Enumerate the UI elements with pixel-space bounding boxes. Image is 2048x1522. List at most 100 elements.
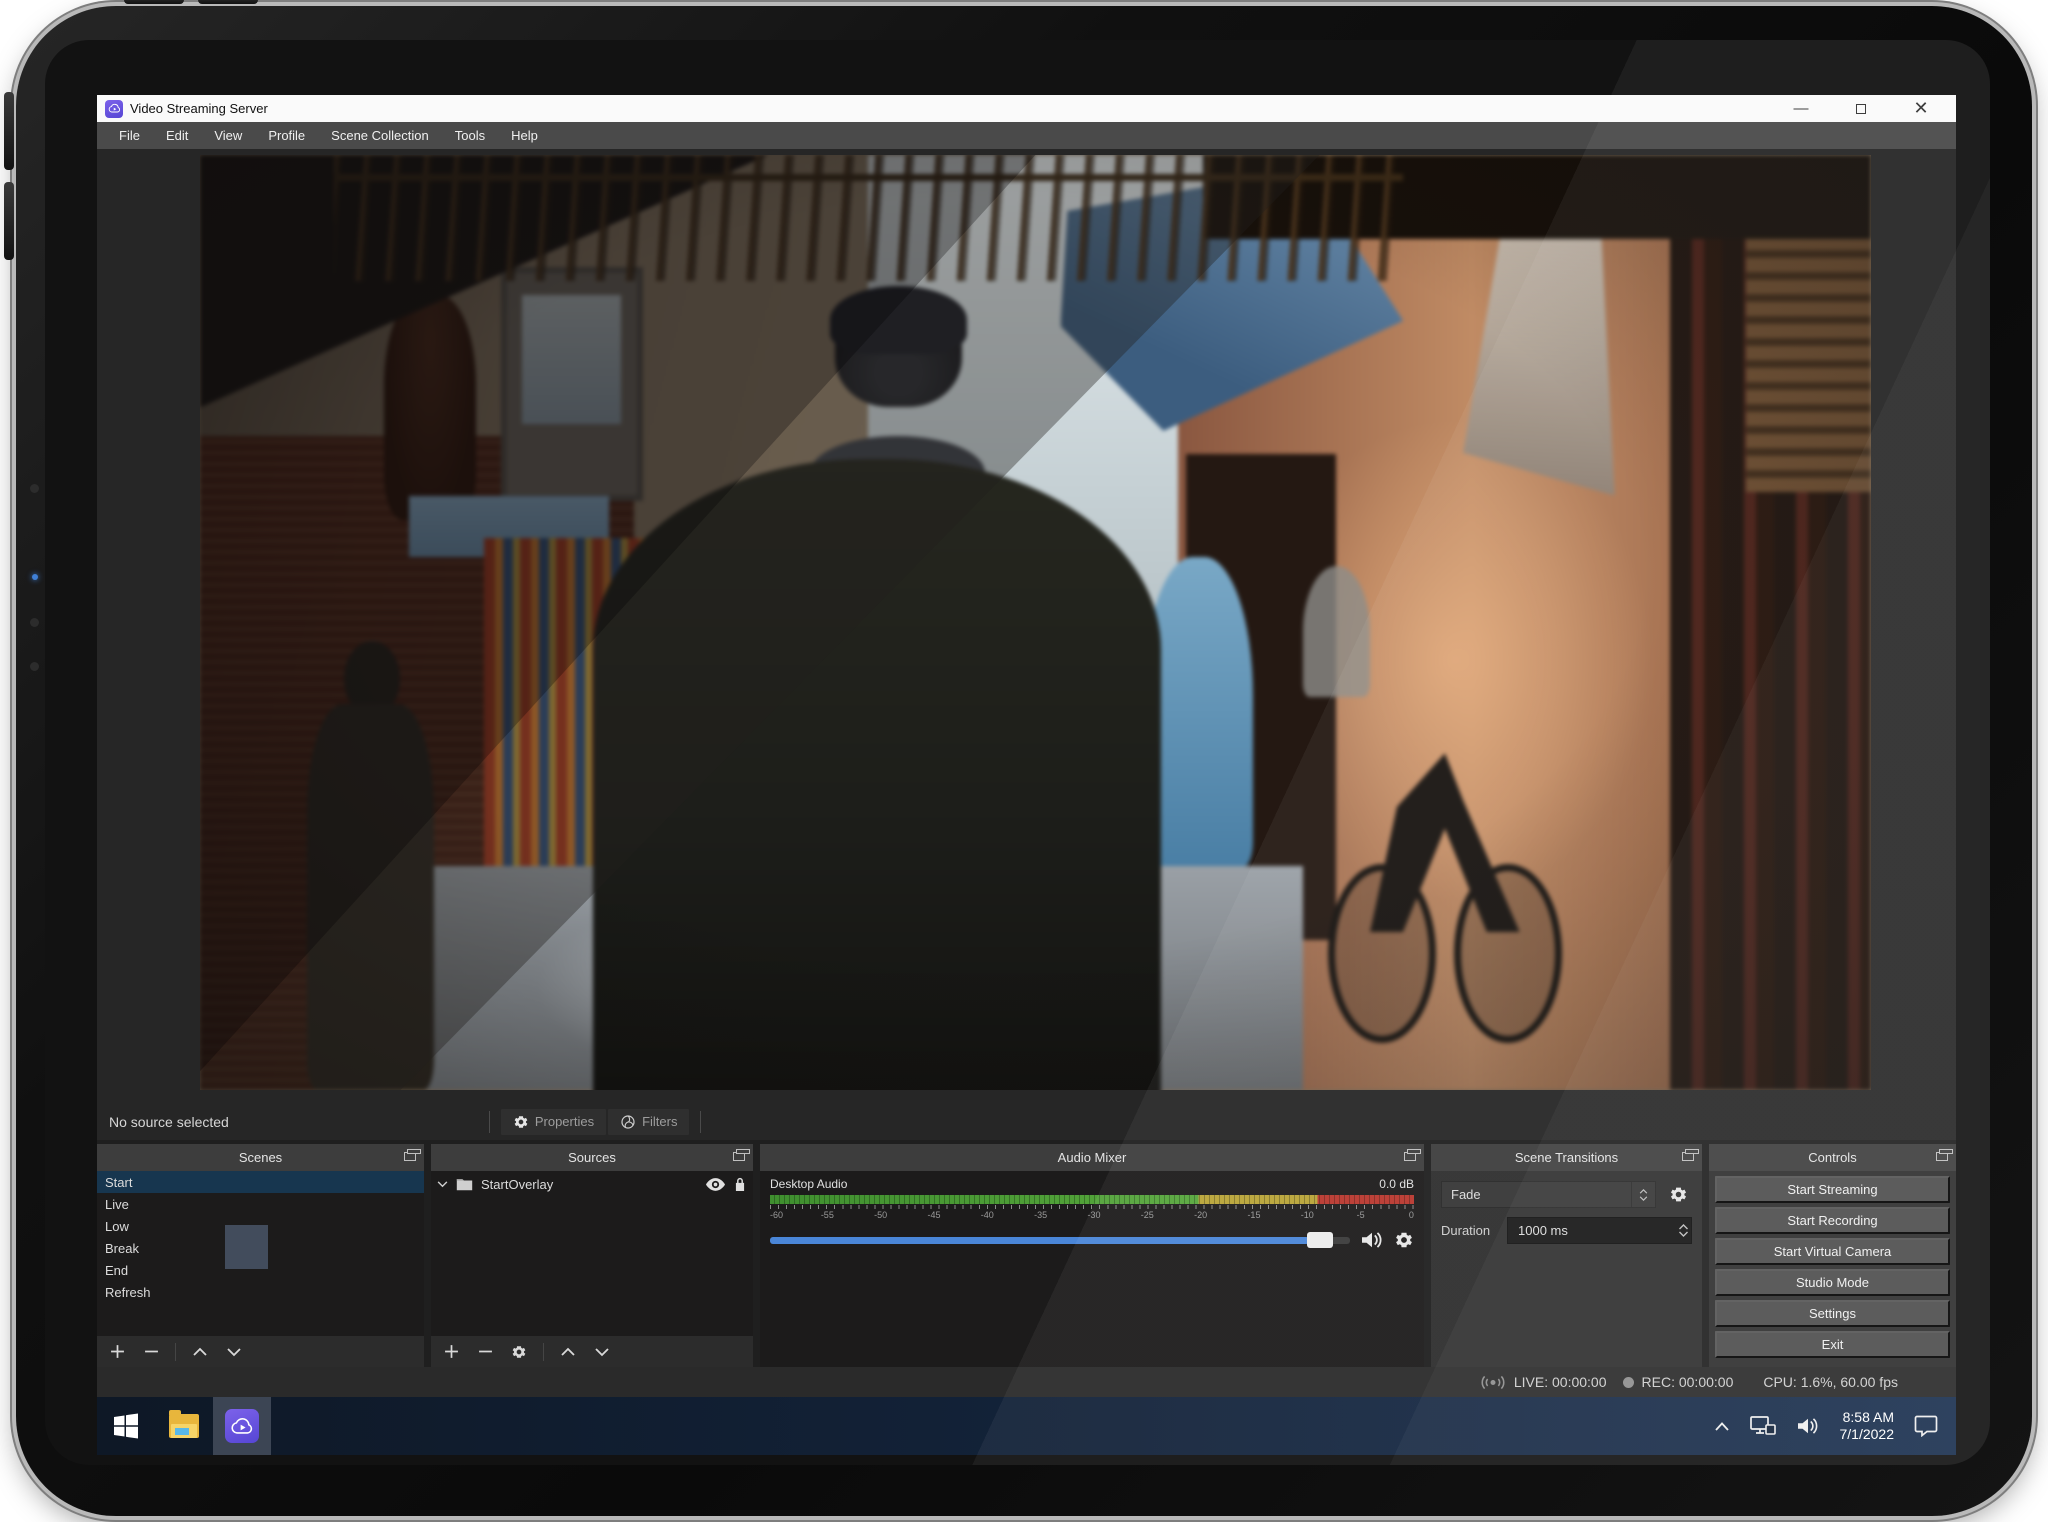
chevron-down-icon[interactable] [437,1180,448,1188]
audio-mixer-header[interactable]: Audio Mixer [760,1144,1424,1171]
move-source-down-button[interactable] [592,1342,612,1362]
menu-help[interactable]: Help [499,124,550,147]
transition-select-spinner[interactable] [1631,1182,1655,1207]
power-button[interactable] [124,0,184,4]
start-recording-button[interactable]: Start Recording [1715,1207,1950,1234]
transition-select[interactable]: Fade [1441,1181,1656,1208]
remove-scene-button[interactable] [141,1342,161,1362]
speaker-icon[interactable] [1360,1230,1384,1250]
sources-panel: Sources StartOverlay [431,1144,753,1367]
transition-settings-button[interactable] [1664,1181,1692,1208]
rec-timer: REC: 00:00:00 [1641,1374,1734,1390]
source-status-row: No source selected Properties Filters [97,1103,1956,1140]
clock-date: 7/1/2022 [1839,1426,1895,1442]
sources-header[interactable]: Sources [431,1144,753,1171]
exit-button[interactable]: Exit [1715,1331,1950,1358]
transition-value: Fade [1451,1187,1481,1202]
sources-toolbar [431,1336,753,1367]
duration-value: 1000 ms [1518,1223,1568,1238]
minimize-button[interactable]: — [1788,99,1814,119]
volume-slider[interactable] [770,1231,1350,1248]
controls-title: Controls [1808,1150,1857,1165]
remove-source-button[interactable] [475,1342,495,1362]
scenes-panel: Scenes Start Live Low Break End Refresh [97,1144,424,1367]
start-streaming-button[interactable]: Start Streaming [1715,1176,1950,1203]
move-source-up-button[interactable] [558,1342,578,1362]
duration-spinner[interactable] [1678,1218,1689,1243]
duration-input[interactable]: 1000 ms [1507,1217,1692,1244]
tray-speaker-icon[interactable] [1796,1416,1820,1436]
controls-header[interactable]: Controls [1709,1144,1956,1171]
start-button[interactable] [97,1397,155,1455]
settings-button[interactable]: Settings [1715,1300,1950,1327]
panel-float-icon[interactable] [1682,1149,1699,1161]
filters-label: Filters [642,1114,678,1129]
scene-transitions-header[interactable]: Scene Transitions [1431,1144,1702,1171]
file-explorer-button[interactable] [155,1397,213,1455]
properties-button[interactable]: Properties [499,1107,608,1136]
clock-time: 8:58 AM [1842,1408,1894,1425]
lock-icon[interactable] [733,1176,747,1192]
broadcast-icon [1481,1375,1505,1389]
audio-mixer-panel: Audio Mixer Desktop Audio 0.0 dB -60 -55-… [760,1144,1424,1367]
volume-slider-handle[interactable] [1307,1231,1334,1248]
tray-chevron-up-icon[interactable] [1714,1421,1730,1431]
scenes-toolbar [97,1336,424,1367]
source-item-startoverlay[interactable]: StartOverlay [431,1171,753,1197]
panel-float-icon[interactable] [1936,1149,1953,1161]
move-scene-down-button[interactable] [224,1342,244,1362]
move-scene-up-button[interactable] [190,1342,210,1362]
menu-tools[interactable]: Tools [443,124,497,147]
mixer-channel-name: Desktop Audio [770,1177,848,1191]
windows-logo-icon [114,1413,138,1439]
separator [488,1110,490,1133]
titlebar[interactable]: Video Streaming Server — ✕ [97,95,1956,122]
menu-profile[interactable]: Profile [256,124,317,147]
panel-float-icon[interactable] [404,1149,421,1161]
scene-item-live[interactable]: Live [97,1193,424,1215]
start-virtual-camera-button[interactable]: Start Virtual Camera [1715,1238,1950,1265]
scene-transitions-title: Scene Transitions [1514,1150,1619,1165]
preview-area[interactable] [97,149,1956,1103]
volume-button-top[interactable] [198,0,258,4]
properties-label: Properties [534,1114,595,1129]
sources-list: StartOverlay [431,1171,753,1336]
taskbar-clock[interactable]: 8:58 AM 7/1/2022 [1840,1409,1895,1444]
filters-button[interactable]: Filters [607,1107,691,1136]
volume-slider-fill [770,1236,1310,1244]
panel-float-icon[interactable] [1404,1149,1421,1161]
studio-mode-button[interactable]: Studio Mode [1715,1269,1950,1296]
network-icon[interactable] [1749,1416,1776,1436]
window-title: Video Streaming Server [130,101,268,116]
video-preview[interactable] [200,155,1871,1090]
volume-meter [770,1195,1414,1204]
streaming-app-taskbar-button[interactable] [213,1397,271,1455]
volume-down-button[interactable] [4,182,14,260]
panel-float-icon[interactable] [733,1149,750,1161]
mixer-gear-icon[interactable] [1394,1230,1414,1250]
app-window: Video Streaming Server — ✕ File Edit Vie… [97,95,1956,1397]
eye-icon[interactable] [706,1177,725,1191]
restore-button[interactable] [1848,99,1874,119]
volume-up-button[interactable] [4,92,14,170]
source-properties-gear-button[interactable] [509,1342,529,1362]
add-scene-button[interactable] [107,1342,127,1362]
menu-scene-collection[interactable]: Scene Collection [319,124,441,147]
scene-item-start[interactable]: Start [97,1171,424,1193]
action-center-icon[interactable] [1914,1415,1938,1437]
close-button[interactable]: ✕ [1908,98,1934,119]
menu-file[interactable]: File [107,124,152,147]
add-source-button[interactable] [441,1342,461,1362]
scenes-header[interactable]: Scenes [97,1144,424,1171]
menubar: File Edit View Profile Scene Collection … [97,122,1956,149]
filters-icon [621,1114,635,1129]
scene-item-refresh[interactable]: Refresh [97,1281,424,1303]
menu-edit[interactable]: Edit [154,124,200,147]
restore-icon [1856,100,1872,114]
separator [543,1342,544,1361]
rec-dot-icon [1622,1376,1634,1388]
separator [700,1110,702,1133]
meter-ruler [770,1205,1414,1209]
app-icon [105,99,123,118]
menu-view[interactable]: View [202,124,254,147]
